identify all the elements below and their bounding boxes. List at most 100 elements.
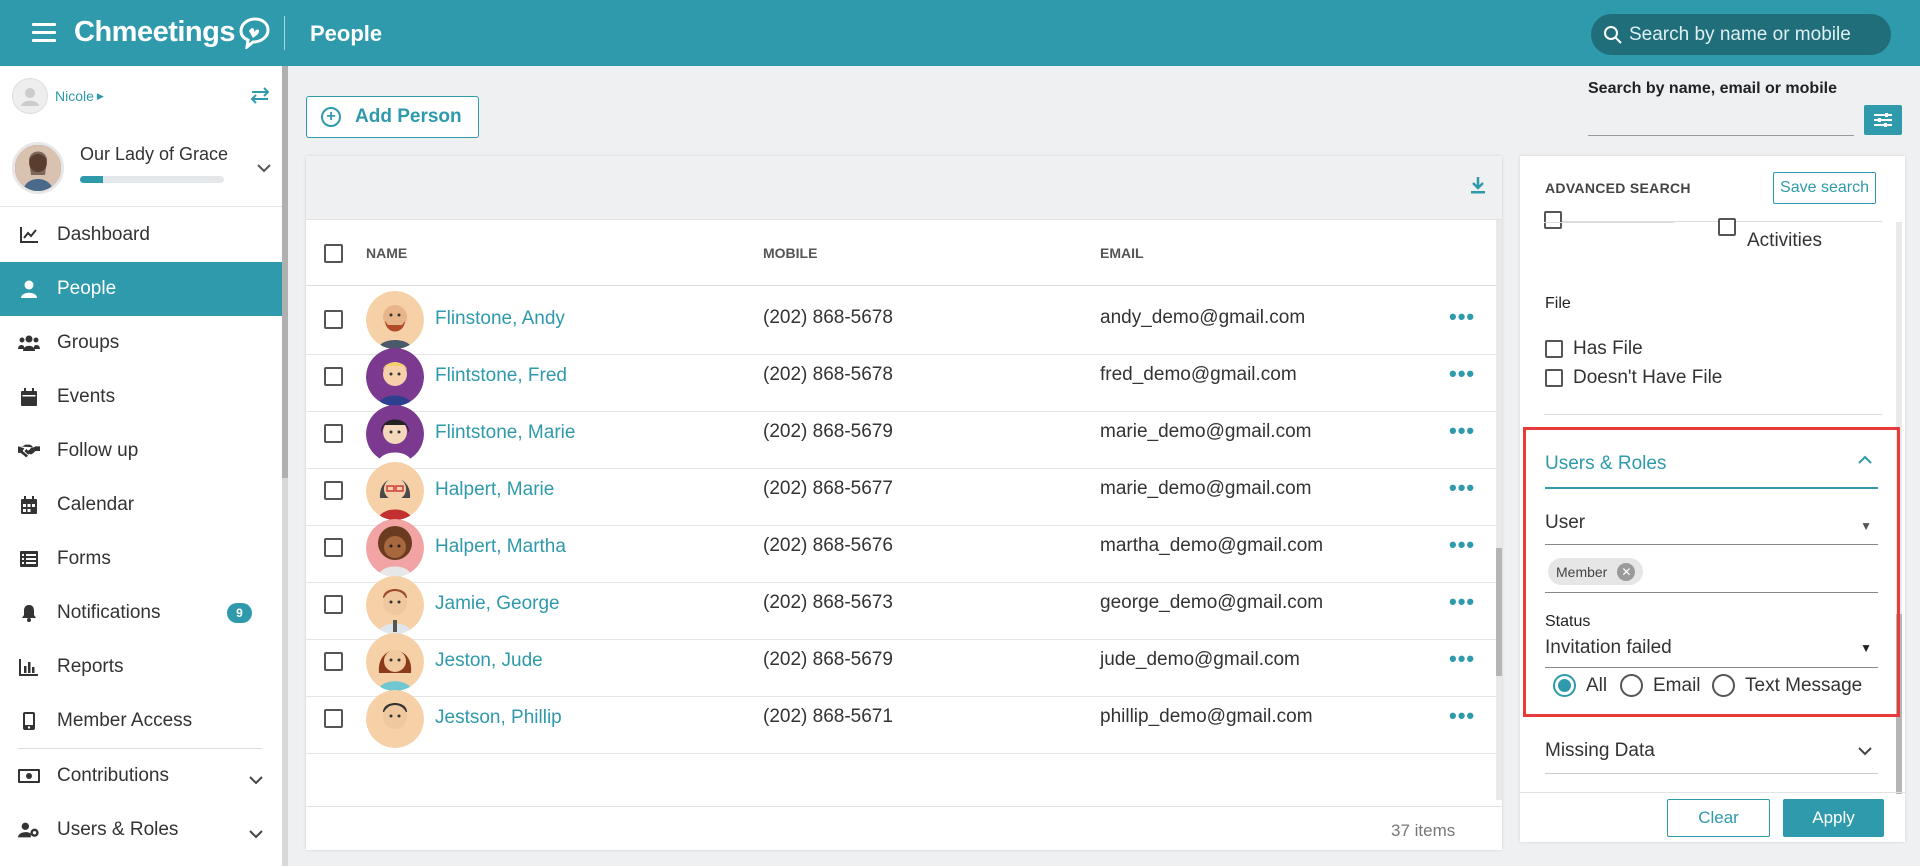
sidebar-item-users-roles[interactable]: Users & Roles bbox=[0, 803, 282, 857]
radio-text-message[interactable]: Text Message bbox=[1712, 674, 1862, 697]
sidebar-item-member-access[interactable]: Member Access bbox=[0, 694, 282, 748]
column-header-name[interactable]: NAME bbox=[366, 245, 407, 261]
church-avatar bbox=[12, 142, 64, 194]
sidebar-item-label: Forms bbox=[57, 548, 111, 569]
users-roles-section-toggle[interactable]: Users & Roles bbox=[1545, 453, 1666, 475]
app-logo[interactable]: Chmeetings bbox=[74, 16, 271, 49]
sidebar-item-dashboard[interactable]: Dashboard bbox=[0, 208, 282, 262]
sidebar-item-calendar[interactable]: Calendar bbox=[0, 478, 282, 532]
filter-toggle-button[interactable] bbox=[1864, 105, 1902, 135]
person-email: phillip_demo@gmail.com bbox=[1100, 706, 1313, 727]
user-menu[interactable]: Nicole ▶ bbox=[12, 78, 104, 114]
sidebar-item-follow-up[interactable]: Follow up bbox=[0, 424, 282, 478]
download-icon[interactable] bbox=[1470, 176, 1486, 199]
radio-button[interactable] bbox=[1712, 674, 1735, 697]
more-options-icon[interactable]: ••• bbox=[1449, 418, 1475, 444]
no-file-checkbox[interactable]: Doesn't Have File bbox=[1545, 367, 1722, 389]
has-file-checkbox[interactable]: Has File bbox=[1545, 338, 1643, 360]
person-name-link[interactable]: Jamie, George bbox=[435, 593, 560, 615]
person-name-link[interactable]: Flinstone, Andy bbox=[435, 308, 565, 330]
more-options-icon[interactable]: ••• bbox=[1449, 475, 1475, 501]
row-checkbox[interactable] bbox=[324, 709, 343, 728]
row-checkbox[interactable] bbox=[324, 652, 343, 671]
scrollbar-thumb[interactable] bbox=[1496, 548, 1502, 676]
chevron-down-icon[interactable] bbox=[1857, 743, 1873, 761]
person-name-link[interactable]: Flintstone, Marie bbox=[435, 422, 575, 444]
clear-button[interactable]: Clear bbox=[1667, 799, 1770, 837]
chevron-down-icon[interactable] bbox=[256, 160, 272, 178]
sidebar-item-contributions[interactable]: Contributions bbox=[0, 749, 282, 803]
chip-remove-icon[interactable]: ✕ bbox=[1617, 562, 1636, 581]
column-header-mobile[interactable]: MOBILE bbox=[763, 245, 817, 261]
more-options-icon[interactable]: ••• bbox=[1449, 703, 1475, 729]
search-icon bbox=[1604, 25, 1622, 44]
table-header: NAME MOBILE EMAIL bbox=[306, 220, 1496, 286]
user-type-select[interactable]: User ▼ bbox=[1545, 512, 1878, 545]
caret-right-icon: ▶ bbox=[96, 90, 104, 101]
more-options-icon[interactable]: ••• bbox=[1449, 304, 1475, 330]
hamburger-menu-icon[interactable] bbox=[32, 23, 56, 43]
table-row[interactable]: Jestson, Phillip (202) 868-5671 phillip_… bbox=[306, 683, 1496, 754]
sidebar-item-events[interactable]: Events bbox=[0, 370, 282, 424]
row-checkbox[interactable] bbox=[324, 481, 343, 500]
person-name-link[interactable]: Flintstone, Fred bbox=[435, 365, 567, 387]
more-options-icon[interactable]: ••• bbox=[1449, 361, 1475, 387]
save-search-button[interactable]: Save search bbox=[1773, 172, 1876, 204]
top-search-input[interactable] bbox=[1629, 23, 1879, 46]
more-options-icon[interactable]: ••• bbox=[1449, 589, 1475, 615]
sidebar-scrollbar[interactable] bbox=[282, 66, 288, 866]
person-mobile: (202) 868-5673 bbox=[763, 592, 893, 613]
row-checkbox[interactable] bbox=[324, 538, 343, 557]
person-email: marie_demo@gmail.com bbox=[1100, 421, 1312, 442]
more-options-icon[interactable]: ••• bbox=[1449, 532, 1475, 558]
person-mobile: (202) 868-5678 bbox=[763, 364, 893, 385]
sidebar-item-people[interactable]: People bbox=[0, 262, 282, 316]
switch-arrows-icon[interactable] bbox=[249, 86, 271, 109]
radio-button[interactable] bbox=[1620, 674, 1643, 697]
section-underline bbox=[1545, 487, 1878, 489]
users-cog-icon bbox=[18, 819, 40, 841]
person-name-link[interactable]: Halpert, Marie bbox=[435, 479, 554, 501]
row-checkbox[interactable] bbox=[324, 310, 343, 329]
plus-circle-icon: + bbox=[321, 107, 341, 127]
row-checkbox[interactable] bbox=[324, 595, 343, 614]
top-search-bar[interactable] bbox=[1591, 14, 1891, 55]
status-select[interactable]: Invitation failed ▼ bbox=[1545, 637, 1878, 668]
sidebar-item-label: Notifications bbox=[57, 602, 161, 623]
checkbox-box[interactable] bbox=[1545, 340, 1563, 358]
file-label: File bbox=[1545, 295, 1571, 312]
scrollbar-thumb[interactable] bbox=[282, 66, 288, 478]
radio-all-label: All bbox=[1586, 674, 1608, 696]
missing-data-section-toggle[interactable]: Missing Data bbox=[1545, 740, 1655, 762]
status-select-value: Invitation failed bbox=[1545, 637, 1672, 658]
role-chip: Member ✕ bbox=[1548, 558, 1644, 585]
church-selector[interactable]: Our Lady of Grace bbox=[12, 138, 274, 200]
row-checkbox[interactable] bbox=[324, 367, 343, 386]
radio-email[interactable]: Email bbox=[1620, 674, 1701, 697]
list-icon bbox=[18, 548, 40, 570]
caret-down-icon: ▼ bbox=[1860, 641, 1872, 655]
apply-button[interactable]: Apply bbox=[1783, 799, 1884, 837]
sidebar-item-label: Events bbox=[57, 386, 116, 407]
radio-button[interactable] bbox=[1553, 674, 1576, 697]
checkbox-box[interactable] bbox=[1545, 369, 1563, 387]
chart-line-icon bbox=[18, 224, 40, 246]
person-name-link[interactable]: Jestson, Phillip bbox=[435, 707, 562, 729]
sidebar-item-reports[interactable]: Reports bbox=[0, 640, 282, 694]
sidebar-item-groups[interactable]: Groups bbox=[0, 316, 282, 370]
select-all-checkbox[interactable] bbox=[324, 244, 343, 263]
sidebar-item-notifications[interactable]: Notifications 9 bbox=[0, 586, 282, 640]
sidebar-item-forms[interactable]: Forms bbox=[0, 532, 282, 586]
activities-partial-checkbox[interactable] bbox=[1544, 211, 1572, 229]
person-name-link[interactable]: Halpert, Martha bbox=[435, 536, 566, 558]
add-person-button[interactable]: + Add Person bbox=[306, 96, 479, 138]
column-header-email[interactable]: EMAIL bbox=[1100, 245, 1144, 261]
person-name-link[interactable]: Jeston, Jude bbox=[435, 650, 543, 672]
quick-search-input[interactable] bbox=[1588, 104, 1854, 136]
row-checkbox[interactable] bbox=[324, 424, 343, 443]
more-options-icon[interactable]: ••• bbox=[1449, 646, 1475, 672]
activities-checkbox[interactable] bbox=[1718, 218, 1746, 236]
radio-all[interactable]: All bbox=[1553, 674, 1607, 697]
chevron-up-icon[interactable] bbox=[1857, 452, 1873, 470]
table-scrollbar[interactable] bbox=[1496, 220, 1502, 800]
